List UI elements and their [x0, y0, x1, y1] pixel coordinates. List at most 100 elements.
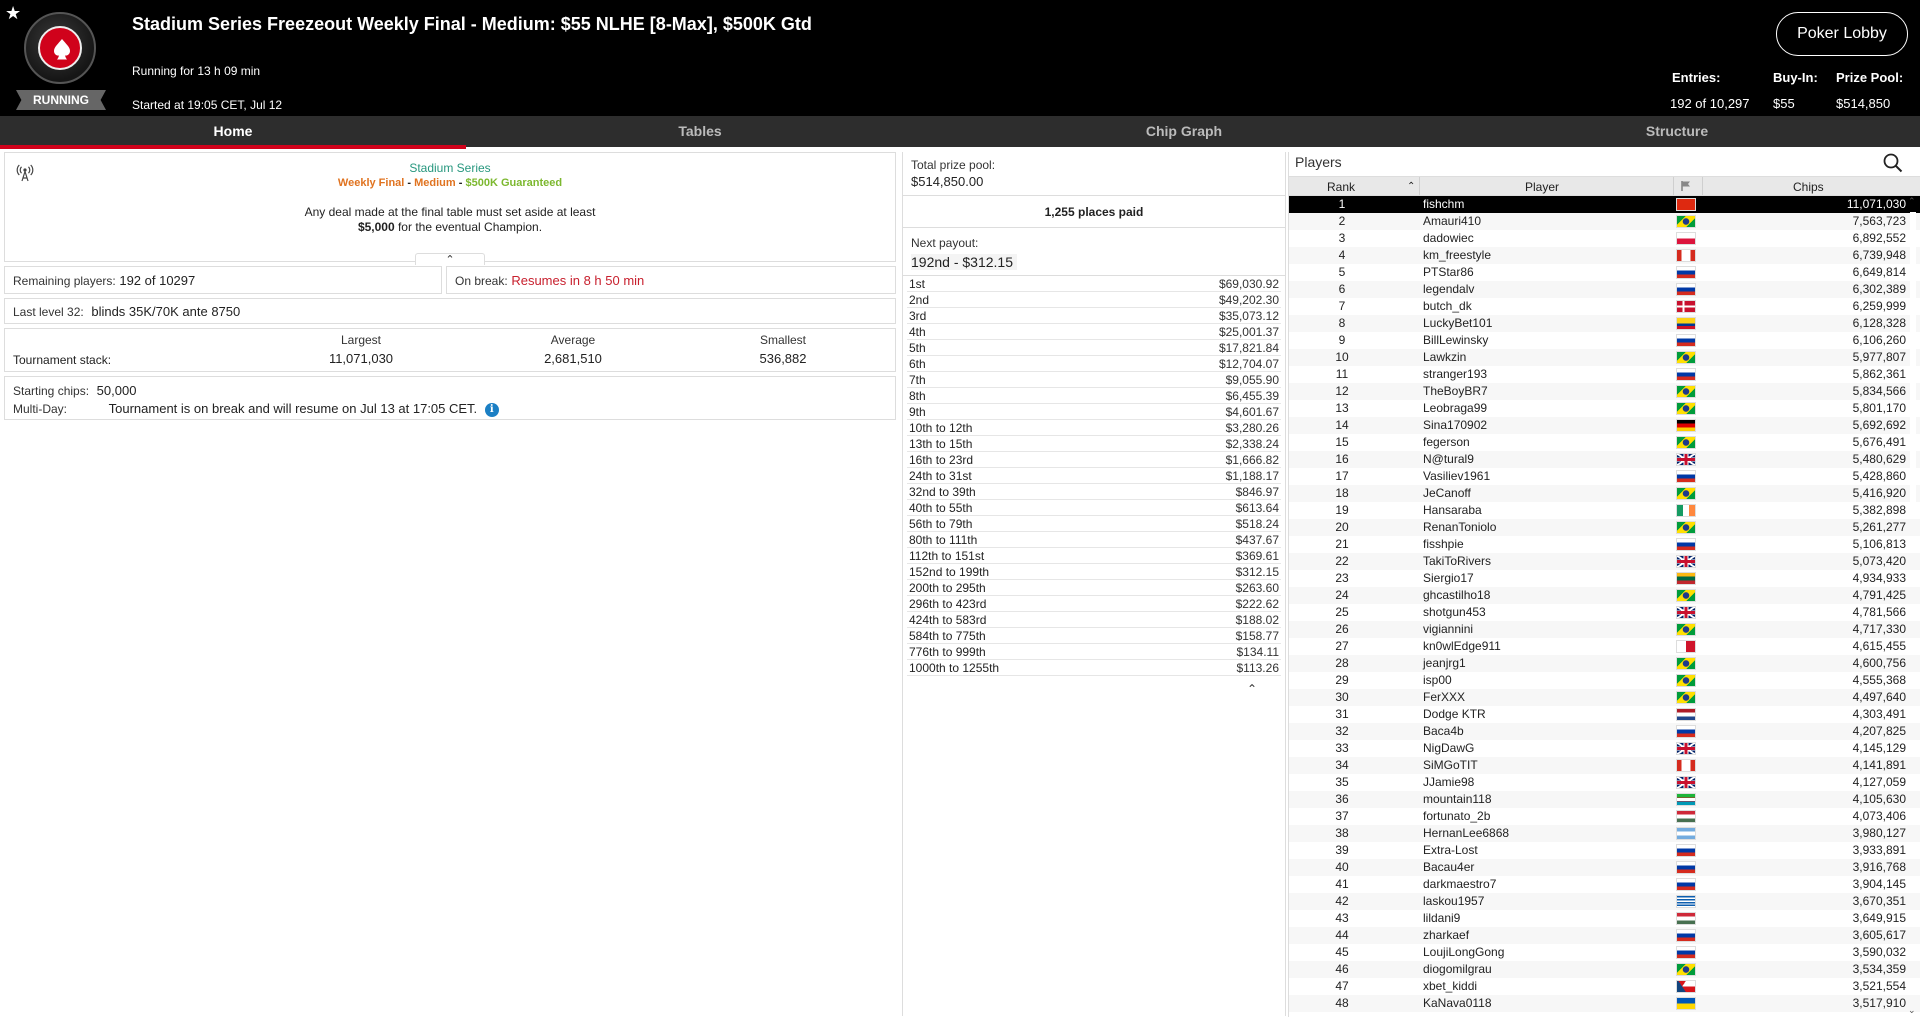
player-row[interactable]: 38 HernanLee6868 3,980,127 — [1289, 825, 1920, 842]
col-rank[interactable]: Rank — [1327, 180, 1355, 194]
player-row[interactable]: 23 Siergio17 4,934,933 — [1289, 570, 1920, 587]
player-row[interactable]: 5 PTStar86 6,649,814 — [1289, 264, 1920, 281]
player-chips: 6,302,389 — [1852, 282, 1906, 296]
player-row[interactable]: 26 vigiannini 4,717,330 — [1289, 621, 1920, 638]
player-chips: 3,521,554 — [1852, 979, 1906, 993]
player-name: Lawkzin — [1423, 350, 1467, 364]
player-name: fisshpie — [1423, 537, 1464, 551]
scroll-down-icon[interactable]: ⌄ — [1908, 1005, 1916, 1016]
largest-label: Largest — [340, 333, 382, 347]
payout-amount: $3,280.26 — [1225, 421, 1279, 435]
player-row[interactable]: 15 fegerson 5,676,491 — [1289, 434, 1920, 451]
flag-column-icon[interactable] — [1680, 180, 1692, 195]
player-row[interactable]: 4 km_freestyle 6,739,948 — [1289, 247, 1920, 264]
player-row[interactable]: 16 N@tural9 5,480,629 — [1289, 451, 1920, 468]
country-flag-icon — [1676, 249, 1696, 262]
country-flag-icon — [1676, 878, 1696, 891]
player-row[interactable]: 1 fishchm 11,071,030 — [1289, 196, 1920, 213]
player-row[interactable]: 35 JJamie98 4,127,059 — [1289, 774, 1920, 791]
player-row[interactable]: 14 Sina170902 5,692,692 — [1289, 417, 1920, 434]
player-row[interactable]: 44 zharkaef 3,605,617 — [1289, 927, 1920, 944]
player-row[interactable]: 30 FerXXX 4,497,640 — [1289, 689, 1920, 706]
payout-place: 56th to 79th — [909, 517, 973, 531]
country-flag-icon — [1676, 521, 1696, 534]
player-row[interactable]: 45 LoujiLongGong 3,590,032 — [1289, 944, 1920, 961]
payout-row: 80th to 111th $437.67 — [907, 532, 1281, 548]
largest-value: 11,071,030 — [328, 351, 394, 366]
prizepool-label: Prize Pool: — [1836, 70, 1904, 85]
series-sub-medium: Medium — [414, 177, 456, 189]
deal-notice: Any deal made at the final table must se… — [5, 205, 895, 235]
player-row[interactable]: 22 TakiToRivers 5,073,420 — [1289, 553, 1920, 570]
player-row[interactable]: 10 Lawkzin 5,977,807 — [1289, 349, 1920, 366]
payout-row: 200th to 295th $263.60 — [907, 580, 1281, 596]
info-icon[interactable]: i — [484, 403, 499, 417]
player-chips: 4,781,566 — [1852, 605, 1906, 619]
sort-asc-icon[interactable]: ⌃ — [1407, 181, 1415, 192]
payout-row: 584th to 775th $158.77 — [907, 628, 1281, 644]
payout-place: 1000th to 1255th — [909, 661, 1000, 675]
player-name: JeCanoff — [1423, 486, 1471, 500]
payout-place: 40th to 55th — [909, 501, 973, 515]
player-row[interactable]: 28 jeanjrg1 4,600,756 — [1289, 655, 1920, 672]
player-row[interactable]: 27 kn0wlEdge911 4,615,455 — [1289, 638, 1920, 655]
player-row[interactable]: 41 darkmaestro7 3,904,145 — [1289, 876, 1920, 893]
largest-stack: Largest 11,071,030 — [301, 333, 421, 366]
player-row[interactable]: 31 Dodge KTR 4,303,491 — [1289, 706, 1920, 723]
player-row[interactable]: 8 LuckyBet101 6,128,328 — [1289, 315, 1920, 332]
player-row[interactable]: 37 fortunato_2b 4,073,406 — [1289, 808, 1920, 825]
search-icon[interactable] — [1882, 152, 1904, 174]
collapse-series-button[interactable]: ⌃ — [415, 253, 485, 266]
tab-home[interactable]: Home — [0, 116, 466, 149]
tab-chip-graph[interactable]: Chip Graph — [934, 116, 1434, 147]
favorite-star-icon[interactable]: ★ — [5, 4, 23, 22]
player-row[interactable]: 34 SiMGoTIT 4,141,891 — [1289, 757, 1920, 774]
player-row[interactable]: 19 Hansaraba 5,382,898 — [1289, 502, 1920, 519]
player-row[interactable]: 18 JeCanoff 5,416,920 — [1289, 485, 1920, 502]
player-row[interactable]: 17 Vasiliev1961 5,428,860 — [1289, 468, 1920, 485]
payout-row: 3rd $35,073.12 — [907, 308, 1281, 324]
player-row[interactable]: 40 Bacau4er 3,916,768 — [1289, 859, 1920, 876]
player-row[interactable]: 21 fisshpie 5,106,813 — [1289, 536, 1920, 553]
player-row[interactable]: 24 ghcastilho18 4,791,425 — [1289, 587, 1920, 604]
player-row[interactable]: 48 KaNava0118 3,517,910 — [1289, 995, 1920, 1012]
next-payout-value: 192nd - $312.15 — [911, 254, 1017, 270]
player-rank: 34 — [1335, 758, 1349, 772]
tab-structure[interactable]: Structure — [1434, 116, 1920, 147]
player-name: zharkaef — [1423, 928, 1470, 942]
poker-lobby-button[interactable]: Poker Lobby — [1776, 12, 1908, 56]
spade-star-icon — [45, 31, 79, 63]
player-row[interactable]: 13 Leobraga99 5,801,170 — [1289, 400, 1920, 417]
player-row[interactable]: 42 laskou1957 3,670,351 — [1289, 893, 1920, 910]
player-row[interactable]: 47 xbet_kiddi 3,521,554 — [1289, 978, 1920, 995]
break-value: Resumes in 8 h 50 min — [511, 273, 645, 288]
player-rank: 17 — [1335, 469, 1349, 483]
col-player[interactable]: Player — [1525, 180, 1559, 194]
scroll-up-icon[interactable]: ⌃ — [1908, 196, 1916, 207]
country-flag-icon — [1676, 436, 1696, 449]
player-row[interactable]: 12 TheBoyBR7 5,834,566 — [1289, 383, 1920, 400]
player-row[interactable]: 33 NigDawG 4,145,129 — [1289, 740, 1920, 757]
players-scrollbar[interactable]: ⌃ ⌄ — [1908, 196, 1918, 1016]
col-chips[interactable]: Chips — [1793, 180, 1824, 194]
player-row[interactable]: 36 mountain118 4,105,630 — [1289, 791, 1920, 808]
player-row[interactable]: 20 RenanToniolo 5,261,277 — [1289, 519, 1920, 536]
player-row[interactable]: 11 stranger193 5,862,361 — [1289, 366, 1920, 383]
player-row[interactable]: 2 Amauri410 7,563,723 — [1289, 213, 1920, 230]
average-label: Average — [550, 333, 596, 347]
chevron-up-icon: ⌃ — [445, 254, 455, 266]
player-row[interactable]: 46 diogomilgrau 3,534,359 — [1289, 961, 1920, 978]
tab-tables[interactable]: Tables — [466, 116, 934, 147]
player-row[interactable]: 6 legendalv 6,302,389 — [1289, 281, 1920, 298]
collapse-payouts-button[interactable]: ⌃ — [1247, 682, 1257, 696]
player-row[interactable]: 39 Extra-Lost 3,933,891 — [1289, 842, 1920, 859]
player-row[interactable]: 7 butch_dk 6,259,999 — [1289, 298, 1920, 315]
player-row[interactable]: 3 dadowiec 6,892,552 — [1289, 230, 1920, 247]
player-row[interactable]: 9 BillLewinsky 6,106,260 — [1289, 332, 1920, 349]
pokerstars-logo — [24, 12, 96, 84]
player-row[interactable]: 25 shotgun453 4,781,566 — [1289, 604, 1920, 621]
scrollbar-thumb[interactable] — [1910, 212, 1916, 512]
player-row[interactable]: 43 lildani9 3,649,915 — [1289, 910, 1920, 927]
player-row[interactable]: 29 isp00 4,555,368 — [1289, 672, 1920, 689]
player-row[interactable]: 32 Baca4b 4,207,825 — [1289, 723, 1920, 740]
